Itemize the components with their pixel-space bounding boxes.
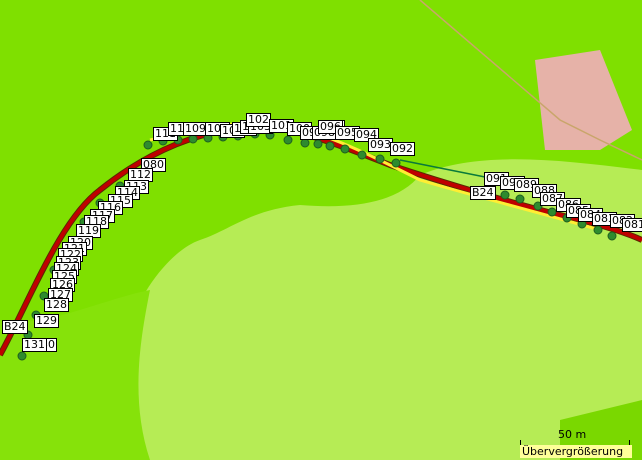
waypoint-marker[interactable] [391, 158, 401, 168]
waypoint-label: 092 [390, 142, 415, 156]
waypoint-label: 131 [22, 338, 47, 352]
waypoint-marker[interactable] [593, 225, 603, 235]
waypoint-marker[interactable] [283, 135, 293, 145]
waypoint-marker[interactable] [515, 194, 525, 204]
waypoint-marker[interactable] [340, 144, 350, 154]
waypoint-marker[interactable] [375, 154, 385, 164]
waypoint-marker[interactable] [357, 150, 367, 160]
waypoint-marker[interactable] [17, 351, 27, 361]
overzoom-warning: Übervergrößerung [520, 445, 632, 458]
waypoint-marker[interactable] [500, 190, 510, 200]
waypoint-marker[interactable] [547, 207, 557, 217]
waypoint-marker[interactable] [143, 140, 153, 150]
waypoint-marker[interactable] [325, 141, 335, 151]
waypoint-label: 081 [622, 218, 642, 232]
waypoint-marker[interactable] [313, 139, 323, 149]
waypoint-marker[interactable] [607, 231, 617, 241]
waypoint-marker[interactable] [300, 138, 310, 148]
waypoint-label: 129 [34, 314, 59, 328]
waypoint-label: 128 [44, 298, 69, 312]
waypoint-label: 102 [246, 113, 271, 127]
track-marker-label: B24 [470, 186, 496, 200]
track-marker-label: B24 [2, 320, 28, 334]
waypoint-marker[interactable] [188, 134, 198, 144]
